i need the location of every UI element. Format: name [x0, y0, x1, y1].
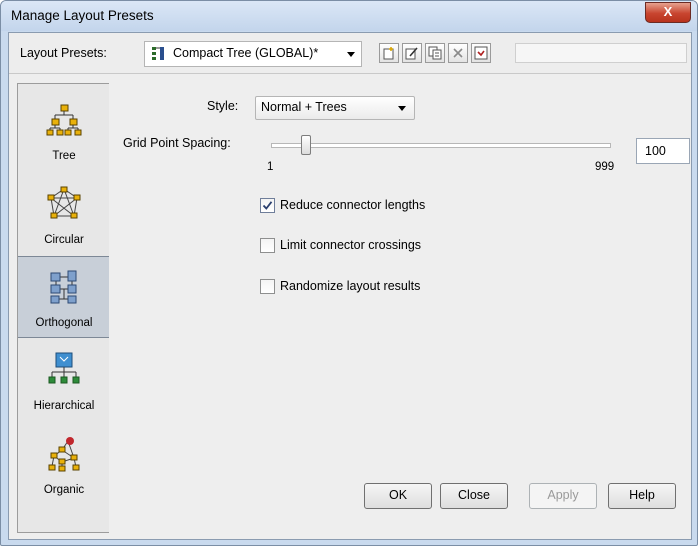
reduce-connector-lengths-checkbox[interactable]: [260, 198, 275, 213]
help-button[interactable]: Help: [608, 483, 676, 509]
style-value: Normal + Trees: [261, 100, 347, 114]
close-button[interactable]: Close: [440, 483, 508, 509]
circular-layout-icon: [47, 186, 81, 219]
edit-preset-button[interactable]: [402, 43, 422, 63]
layout-preset-select[interactable]: Compact Tree (GLOBAL)*: [144, 41, 362, 67]
delete-preset-button[interactable]: [448, 43, 468, 63]
window-title: Manage Layout Presets: [11, 8, 154, 23]
sidebar-item-label: Tree: [52, 150, 76, 162]
preset-description-field: [515, 43, 687, 63]
new-preset-button[interactable]: [379, 43, 399, 63]
apply-preset-button[interactable]: [471, 43, 491, 63]
limit-connector-crossings-checkbox[interactable]: [260, 238, 275, 253]
sidebar-item-organic[interactable]: Organic: [18, 424, 110, 504]
grid-spacing-value: 100: [645, 144, 666, 158]
grid-spacing-slider-thumb[interactable]: [300, 135, 311, 155]
layout-type-sidebar: Tree Circular Orthogonal Hierarchical Or…: [17, 83, 111, 533]
limit-connector-crossings-label[interactable]: Limit connector crossings: [280, 238, 421, 252]
grid-spacing-input[interactable]: 100: [636, 138, 690, 164]
new-preset-icon: [383, 47, 394, 60]
grid-spacing-slider-track[interactable]: [271, 143, 611, 148]
randomize-layout-results-label[interactable]: Randomize layout results: [280, 279, 420, 293]
checkmark-icon: [262, 201, 273, 210]
presets-toolbar: Layout Presets: Compact Tree (GLOBAL)*: [9, 33, 691, 74]
apply-button[interactable]: Apply: [529, 483, 597, 509]
style-label: Style:: [207, 99, 239, 113]
style-select[interactable]: Normal + Trees: [255, 96, 415, 120]
title-bar[interactable]: Manage Layout Presets X: [1, 1, 697, 31]
orthogonal-layout-icon: [50, 270, 77, 304]
selected-preset-text: Compact Tree (GLOBAL)*: [173, 46, 319, 60]
delete-preset-icon: [453, 48, 463, 58]
sidebar-item-orthogonal[interactable]: Orthogonal: [18, 256, 110, 338]
close-window-button[interactable]: X: [645, 2, 691, 23]
sidebar-item-circular[interactable]: Circular: [18, 174, 110, 254]
edit-preset-icon: [405, 47, 418, 60]
sidebar-item-tree[interactable]: Tree: [18, 90, 110, 170]
chevron-down-icon[interactable]: [347, 52, 355, 57]
reduce-connector-lengths-label[interactable]: Reduce connector lengths: [280, 198, 425, 212]
slider-max-label: 999: [595, 161, 615, 173]
copy-preset-icon: [428, 46, 442, 60]
chevron-down-icon[interactable]: [398, 106, 406, 111]
preset-layout-icon: [152, 47, 164, 60]
organic-layout-icon: [48, 437, 80, 472]
sidebar-item-label: Circular: [44, 234, 84, 246]
apply-preset-icon: [474, 46, 488, 60]
manage-layout-presets-window: Manage Layout Presets X Layout Presets: …: [0, 0, 698, 546]
sidebar-item-label: Hierarchical: [33, 400, 95, 412]
slider-min-label: 1: [267, 161, 274, 173]
sidebar-item-label: Orthogonal: [35, 317, 93, 329]
sidebar-item-hierarchical[interactable]: Hierarchical: [18, 340, 110, 420]
hierarchical-layout-icon: [48, 352, 80, 384]
tree-layout-icon: [46, 104, 82, 136]
sidebar-item-label: Organic: [43, 484, 85, 496]
ok-button[interactable]: OK: [364, 483, 432, 509]
layout-presets-label: Layout Presets:: [20, 46, 107, 60]
randomize-layout-results-checkbox[interactable]: [260, 279, 275, 294]
layout-settings-panel: Style: Normal + Trees Grid Point Spacing…: [109, 83, 691, 539]
grid-point-spacing-label: Grid Point Spacing:: [123, 136, 231, 150]
copy-preset-button[interactable]: [425, 43, 445, 63]
dialog-body: Layout Presets: Compact Tree (GLOBAL)* T…: [8, 32, 692, 540]
